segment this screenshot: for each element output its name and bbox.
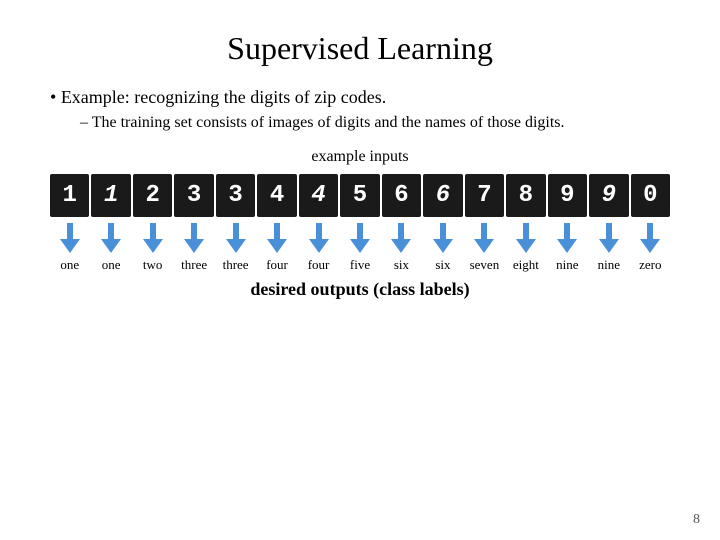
arrow-9 [382, 223, 421, 253]
digit-6: 4 [257, 174, 296, 217]
down-arrow-icon [433, 223, 453, 253]
label-one-1: one [50, 257, 89, 273]
digit-1: 1 [50, 174, 89, 217]
label-zero: zero [631, 257, 670, 273]
down-arrow-icon [101, 223, 121, 253]
down-arrow-icon [474, 223, 494, 253]
down-arrow-icon [184, 223, 204, 253]
page-number: 8 [693, 512, 700, 528]
digit-12: 8 [506, 174, 545, 217]
down-arrow-icon [267, 223, 287, 253]
arrow-4 [174, 223, 213, 253]
digit-15: 0 [631, 174, 670, 217]
arrow-11 [465, 223, 504, 253]
label-four-2: four [299, 257, 338, 273]
digit-image-row: 1 1 2 3 3 4 4 5 6 6 7 8 9 9 0 [50, 174, 670, 217]
bullet-point: • Example: recognizing the digits of zip… [50, 87, 670, 108]
arrow-1 [50, 223, 89, 253]
label-row: one one two three three four four five s… [50, 257, 670, 273]
down-arrow-icon [350, 223, 370, 253]
arrow-15 [631, 223, 670, 253]
label-six-2: six [423, 257, 462, 273]
label-seven: seven [465, 257, 504, 273]
down-arrow-icon [557, 223, 577, 253]
label-two: two [133, 257, 172, 273]
arrow-10 [423, 223, 462, 253]
digit-7: 4 [299, 174, 338, 217]
digit-14: 9 [589, 174, 628, 217]
label-nine-1: nine [548, 257, 587, 273]
desired-outputs-label: desired outputs (class labels) [50, 279, 670, 300]
arrow-7 [299, 223, 338, 253]
arrow-row [50, 223, 670, 253]
label-nine-2: nine [589, 257, 628, 273]
label-three-2: three [216, 257, 255, 273]
digit-8: 5 [340, 174, 379, 217]
down-arrow-icon [516, 223, 536, 253]
digit-13: 9 [548, 174, 587, 217]
example-inputs-label: example inputs [50, 148, 670, 166]
label-six-1: six [382, 257, 421, 273]
digit-11: 7 [465, 174, 504, 217]
down-arrow-icon [60, 223, 80, 253]
digit-4: 3 [174, 174, 213, 217]
arrow-2 [91, 223, 130, 253]
arrow-14 [589, 223, 628, 253]
down-arrow-icon [391, 223, 411, 253]
digit-2: 1 [91, 174, 130, 217]
arrow-8 [340, 223, 379, 253]
sub-bullet: – The training set consists of images of… [80, 114, 670, 132]
down-arrow-icon [309, 223, 329, 253]
down-arrow-icon [640, 223, 660, 253]
label-eight: eight [506, 257, 545, 273]
label-four-1: four [257, 257, 296, 273]
digit-5: 3 [216, 174, 255, 217]
arrow-12 [506, 223, 545, 253]
digit-10: 6 [423, 174, 462, 217]
down-arrow-icon [599, 223, 619, 253]
slide-title: Supervised Learning [50, 30, 670, 67]
down-arrow-icon [143, 223, 163, 253]
arrow-13 [548, 223, 587, 253]
label-three-1: three [174, 257, 213, 273]
arrow-5 [216, 223, 255, 253]
arrow-6 [257, 223, 296, 253]
digit-3: 2 [133, 174, 172, 217]
label-five: five [340, 257, 379, 273]
digit-9: 6 [382, 174, 421, 217]
arrow-3 [133, 223, 172, 253]
slide: Supervised Learning • Example: recognizi… [0, 0, 720, 540]
label-one-2: one [91, 257, 130, 273]
down-arrow-icon [226, 223, 246, 253]
